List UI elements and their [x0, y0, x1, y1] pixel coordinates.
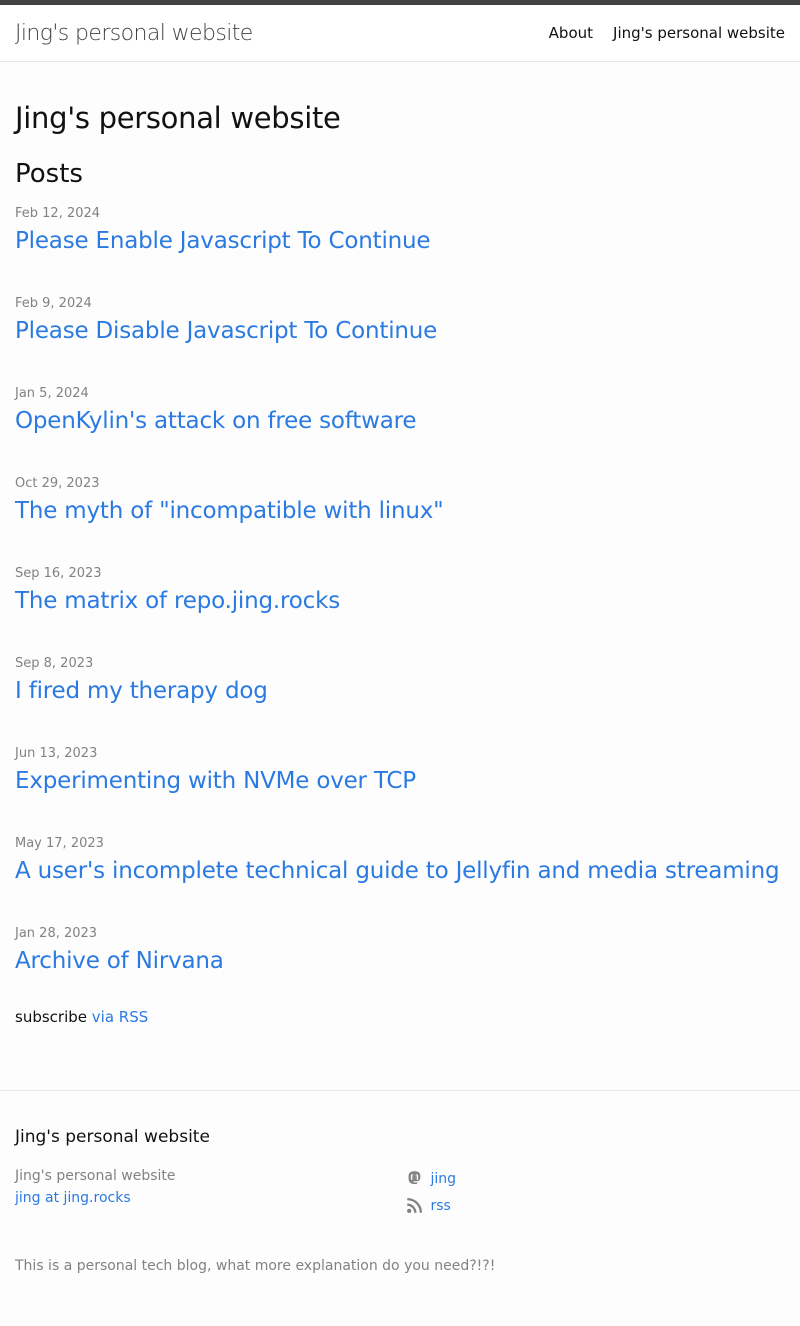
- page-heading: Jing's personal website: [15, 101, 341, 135]
- post-item: Sep 8, 2023 I fired my therapy dog: [15, 654, 785, 744]
- footer-description: This is a personal tech blog, what more …: [15, 1258, 496, 1274]
- page-content: Jing's personal website Posts Feb 12, 20…: [0, 100, 800, 1028]
- social-link-rss[interactable]: rss: [430, 1198, 450, 1214]
- social-item-mastodon: jing: [406, 1165, 785, 1192]
- site-nav: About Jing's personal website: [549, 24, 785, 42]
- post-link[interactable]: Archive of Nirvana: [15, 945, 785, 977]
- post-link[interactable]: The myth of "incompatible with linux": [15, 495, 785, 527]
- contact-email-item: jing at jing.rocks: [15, 1187, 406, 1209]
- site-footer: Jing's personal website Jing's personal …: [0, 1090, 800, 1277]
- post-date: Sep 8, 2023: [15, 656, 94, 671]
- nav-link-about[interactable]: About: [549, 24, 593, 42]
- post-link[interactable]: Please Disable Javascript To Continue: [15, 315, 785, 347]
- post-item: Sep 16, 2023 The matrix of repo.jing.roc…: [15, 564, 785, 654]
- social-list: jing rss: [406, 1165, 785, 1219]
- site-title-link[interactable]: Jing's personal website: [15, 21, 253, 46]
- post-link[interactable]: Please Enable Javascript To Continue: [15, 225, 785, 257]
- footer-columns: Jing's personal website jing at jing.roc…: [15, 1165, 785, 1219]
- post-date: Sep 16, 2023: [15, 566, 102, 581]
- post-link[interactable]: I fired my therapy dog: [15, 675, 785, 707]
- post-link[interactable]: OpenKylin's attack on free software: [15, 405, 785, 437]
- contact-name: Jing's personal website: [15, 1168, 176, 1184]
- contact-list: Jing's personal website jing at jing.roc…: [15, 1165, 406, 1209]
- post-date: Jan 28, 2023: [15, 926, 98, 941]
- footer-contact-column: Jing's personal website jing at jing.roc…: [15, 1165, 406, 1219]
- mastodon-icon: [409, 1171, 421, 1185]
- post-date: Jan 5, 2024: [15, 386, 89, 401]
- site-header: Jing's personal website About Jing's per…: [0, 5, 800, 62]
- post-link[interactable]: Experimenting with NVMe over TCP: [15, 765, 785, 797]
- post-item: May 17, 2023 A user's incomplete technic…: [15, 834, 785, 924]
- post-item: Oct 29, 2023 The myth of "incompatible w…: [15, 474, 785, 564]
- post-link[interactable]: A user's incomplete technical guide to J…: [15, 855, 785, 887]
- post-date: Oct 29, 2023: [15, 476, 100, 491]
- nav-link-home[interactable]: Jing's personal website: [613, 24, 785, 42]
- post-item: Jun 13, 2023 Experimenting with NVMe ove…: [15, 744, 785, 834]
- social-item-rss: rss: [406, 1192, 785, 1219]
- post-link[interactable]: The matrix of repo.jing.rocks: [15, 585, 785, 617]
- contact-email-link[interactable]: jing at jing.rocks: [15, 1190, 131, 1206]
- subscribe-rss-link[interactable]: via RSS: [92, 1008, 148, 1026]
- post-date: Jun 13, 2023: [15, 746, 98, 761]
- footer-social-column: jing rss: [406, 1165, 785, 1219]
- rss-subscribe: subscribe via RSS: [15, 1006, 785, 1028]
- post-item: Jan 5, 2024 OpenKylin's attack on free s…: [15, 384, 785, 474]
- rss-icon: [407, 1197, 423, 1213]
- posts-heading: Posts: [15, 159, 83, 189]
- social-link-mastodon[interactable]: jing: [430, 1171, 456, 1187]
- post-date: May 17, 2023: [15, 836, 104, 851]
- post-date: Feb 12, 2024: [15, 206, 101, 221]
- post-list: Feb 12, 2024 Please Enable Javascript To…: [15, 204, 785, 1014]
- footer-heading: Jing's personal website: [15, 1127, 210, 1147]
- post-item: Feb 12, 2024 Please Enable Javascript To…: [15, 204, 785, 294]
- post-item: Jan 28, 2023 Archive of Nirvana: [15, 924, 785, 1014]
- post-item: Feb 9, 2024 Please Disable Javascript To…: [15, 294, 785, 384]
- subscribe-label: subscribe: [15, 1008, 87, 1026]
- post-date: Feb 9, 2024: [15, 296, 92, 311]
